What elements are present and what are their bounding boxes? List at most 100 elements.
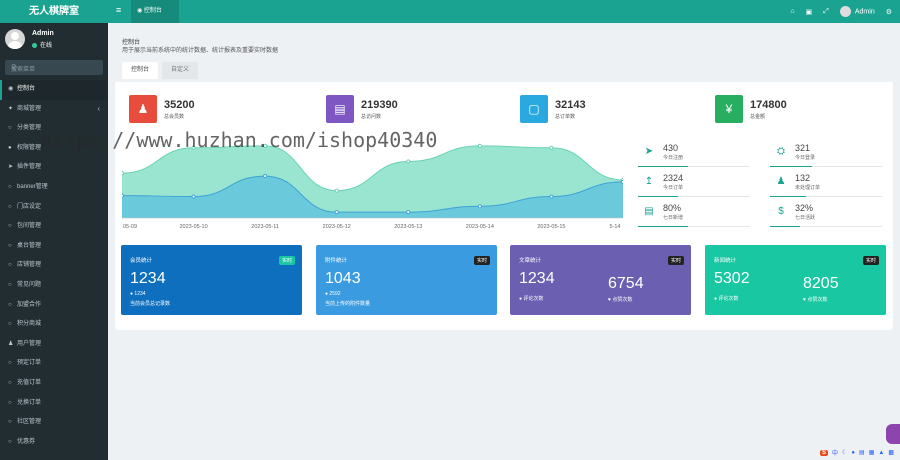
- floating-button[interactable]: [886, 424, 900, 444]
- ime-logo[interactable]: S: [819, 449, 828, 456]
- sidebar-item-label: banner管理: [17, 183, 48, 190]
- x-tick-label: 5-14: [609, 224, 620, 230]
- data-point[interactable]: [263, 173, 268, 179]
- area-chart-icon: ↥: [644, 176, 654, 187]
- sidebar-item-3[interactable]: ● 权限管理: [0, 139, 108, 159]
- area-chart: 05-09 2023-05-10 2023-05-11 2023-05-12 2023-…: [122, 143, 623, 230]
- tab-console[interactable]: 控制台: [122, 62, 159, 79]
- avatar: [5, 29, 25, 49]
- data-point[interactable]: [549, 194, 554, 199]
- mini-stat: ➤ 430 今日注册: [638, 139, 750, 167]
- page-header: 控制台 用于展示当前系统中的统计数据、统计报表及重要实时数据 控制台 自定义: [115, 29, 893, 82]
- data-point[interactable]: [122, 193, 125, 198]
- heart-icon: ♥: [608, 297, 611, 303]
- moon-icon[interactable]: ☾: [842, 449, 847, 456]
- sidebar-item-label: 兑换订单: [17, 399, 42, 406]
- data-point[interactable]: [191, 194, 196, 199]
- sidebar-item-10[interactable]: ○ 常见问题: [0, 276, 108, 296]
- main-content: 控制台 用于展示当前系统中的统计数据、统计报表及重要实时数据 控制台 自定义 ♟…: [115, 29, 893, 330]
- card-desc-label: 评论次数: [523, 296, 544, 302]
- data-point[interactable]: [334, 188, 339, 193]
- card-title: 附件统计: [325, 258, 348, 264]
- trash-icon[interactable]: ▣: [806, 8, 813, 16]
- users-icon: ♟: [129, 95, 157, 123]
- keyboard-icon[interactable]: ▤: [859, 449, 865, 456]
- mini-stats: ➤ 430 今日注册 ⛭ 321 今日登录 ↥ 2324 今日订单 ♟ 132 未处理订单 ▤ 80% 七日…: [638, 139, 888, 229]
- menu-toggle-icon[interactable]: ≡: [116, 5, 121, 15]
- admin-avatar: [839, 6, 851, 17]
- sidebar-item-9[interactable]: ○ 店铺管理: [0, 256, 108, 276]
- page-tabs: 控制台 自定义: [122, 62, 202, 79]
- data-point[interactable]: [620, 179, 623, 185]
- data-point[interactable]: [406, 159, 411, 164]
- admin-menu[interactable]: Admin: [839, 6, 875, 17]
- top-actions: ⌂ ▣ ⤢ Admin ⚙: [779, 0, 892, 23]
- sidebar-item-15[interactable]: ○ 充值订单: [0, 374, 108, 394]
- home-icon[interactable]: ⌂: [790, 8, 794, 15]
- mini-progress: [770, 196, 806, 197]
- mini-stat: $32% 七日活跃: [770, 199, 882, 227]
- sidebar-item-1[interactable]: ✦ 商城管理 ‹: [0, 100, 108, 120]
- mini-label: 未处理订单: [795, 185, 821, 191]
- sidebar-item-17[interactable]: ○ 社区管理: [0, 413, 108, 433]
- stat-label: 总访问数: [361, 114, 382, 120]
- card-desc-label: 评论次数: [718, 296, 739, 302]
- sidebar-item-11[interactable]: ○ 加盟合作: [0, 296, 108, 316]
- data-point[interactable]: [477, 143, 482, 148]
- tab-dashboard[interactable]: ◉ 控制台: [131, 0, 179, 23]
- app-logo[interactable]: 无人棋牌室: [0, 0, 108, 23]
- rocket-icon: ➤: [8, 164, 14, 171]
- data-point[interactable]: [191, 145, 196, 150]
- card-sub-value: 1234: [134, 291, 146, 297]
- circle-icon: ○: [8, 301, 12, 308]
- sidebar-item-label: 优惠券: [17, 438, 36, 445]
- mini-label: 今日登录: [795, 155, 816, 161]
- sidebar-item-8[interactable]: ○ 桌台管理: [0, 237, 108, 257]
- data-point[interactable]: [477, 204, 482, 209]
- mini-progress: [638, 166, 688, 167]
- tab-custom[interactable]: 自定义: [162, 62, 199, 79]
- sidebar-item-16[interactable]: ○ 兑换订单: [0, 394, 108, 414]
- sidebar-item-4[interactable]: ➤ 插件管理: [0, 158, 108, 178]
- sidebar-item-14[interactable]: ○ 预定订单: [0, 354, 108, 374]
- online-dot-icon: [32, 42, 37, 48]
- data-point[interactable]: [334, 210, 339, 215]
- data-point[interactable]: [549, 145, 554, 150]
- card-badge: 实时: [473, 256, 490, 265]
- sidebar-item-12[interactable]: ○ 积分商城: [0, 315, 108, 335]
- heart-icon: ♥: [803, 297, 806, 303]
- shirt-icon[interactable]: ▲: [878, 450, 884, 456]
- sidebar-item-label: 积分商城: [17, 321, 42, 328]
- ime-lang[interactable]: 中: [832, 448, 838, 457]
- search-icon[interactable]: ⚲: [11, 63, 97, 71]
- card-desc-2-label: 点赞次数: [807, 297, 828, 303]
- apps-icon[interactable]: ▩: [888, 449, 894, 456]
- sidebar-search[interactable]: 搜索菜单 ⚲: [5, 60, 103, 75]
- stat-label: 总金额: [750, 114, 766, 120]
- yen-icon: ¥: [715, 95, 743, 123]
- book-icon: ▤: [326, 95, 354, 123]
- sidebar-item-5[interactable]: ○ banner管理: [0, 178, 108, 198]
- data-point[interactable]: [122, 171, 125, 176]
- mini-stat: ↥ 2324 今日订单: [638, 169, 750, 197]
- mini-stat: ⛭ 321 今日登录: [770, 139, 882, 167]
- sidebar-item-2[interactable]: ○ 分类管理: [0, 119, 108, 139]
- grid-icon[interactable]: ▦: [869, 449, 875, 456]
- sidebar-item-13[interactable]: ♟ 用户管理: [0, 335, 108, 355]
- mini-value: 80%: [663, 203, 682, 213]
- sidebar-item-6[interactable]: ○ 门店设定: [0, 198, 108, 218]
- sidebar-item-7[interactable]: ○ 包间管理: [0, 217, 108, 237]
- data-point[interactable]: [263, 143, 268, 148]
- data-point[interactable]: [406, 210, 411, 215]
- settings-icon[interactable]: ⚙: [886, 8, 892, 16]
- comment-icon: ●: [325, 291, 329, 297]
- card-title: 会员统计: [130, 258, 153, 264]
- sidebar-item-18[interactable]: ○ 优惠券: [0, 433, 108, 453]
- card-title: 文章统计: [519, 258, 542, 264]
- card-desc: ● 评论次数: [714, 295, 738, 302]
- sidebar-item-0[interactable]: ◉ 控制台: [0, 80, 108, 100]
- mic-icon[interactable]: ●: [851, 450, 855, 456]
- mini-label: 七日新增: [663, 215, 684, 221]
- comment-icon: ●: [714, 296, 718, 302]
- fullscreen-icon[interactable]: ⤢: [823, 8, 829, 16]
